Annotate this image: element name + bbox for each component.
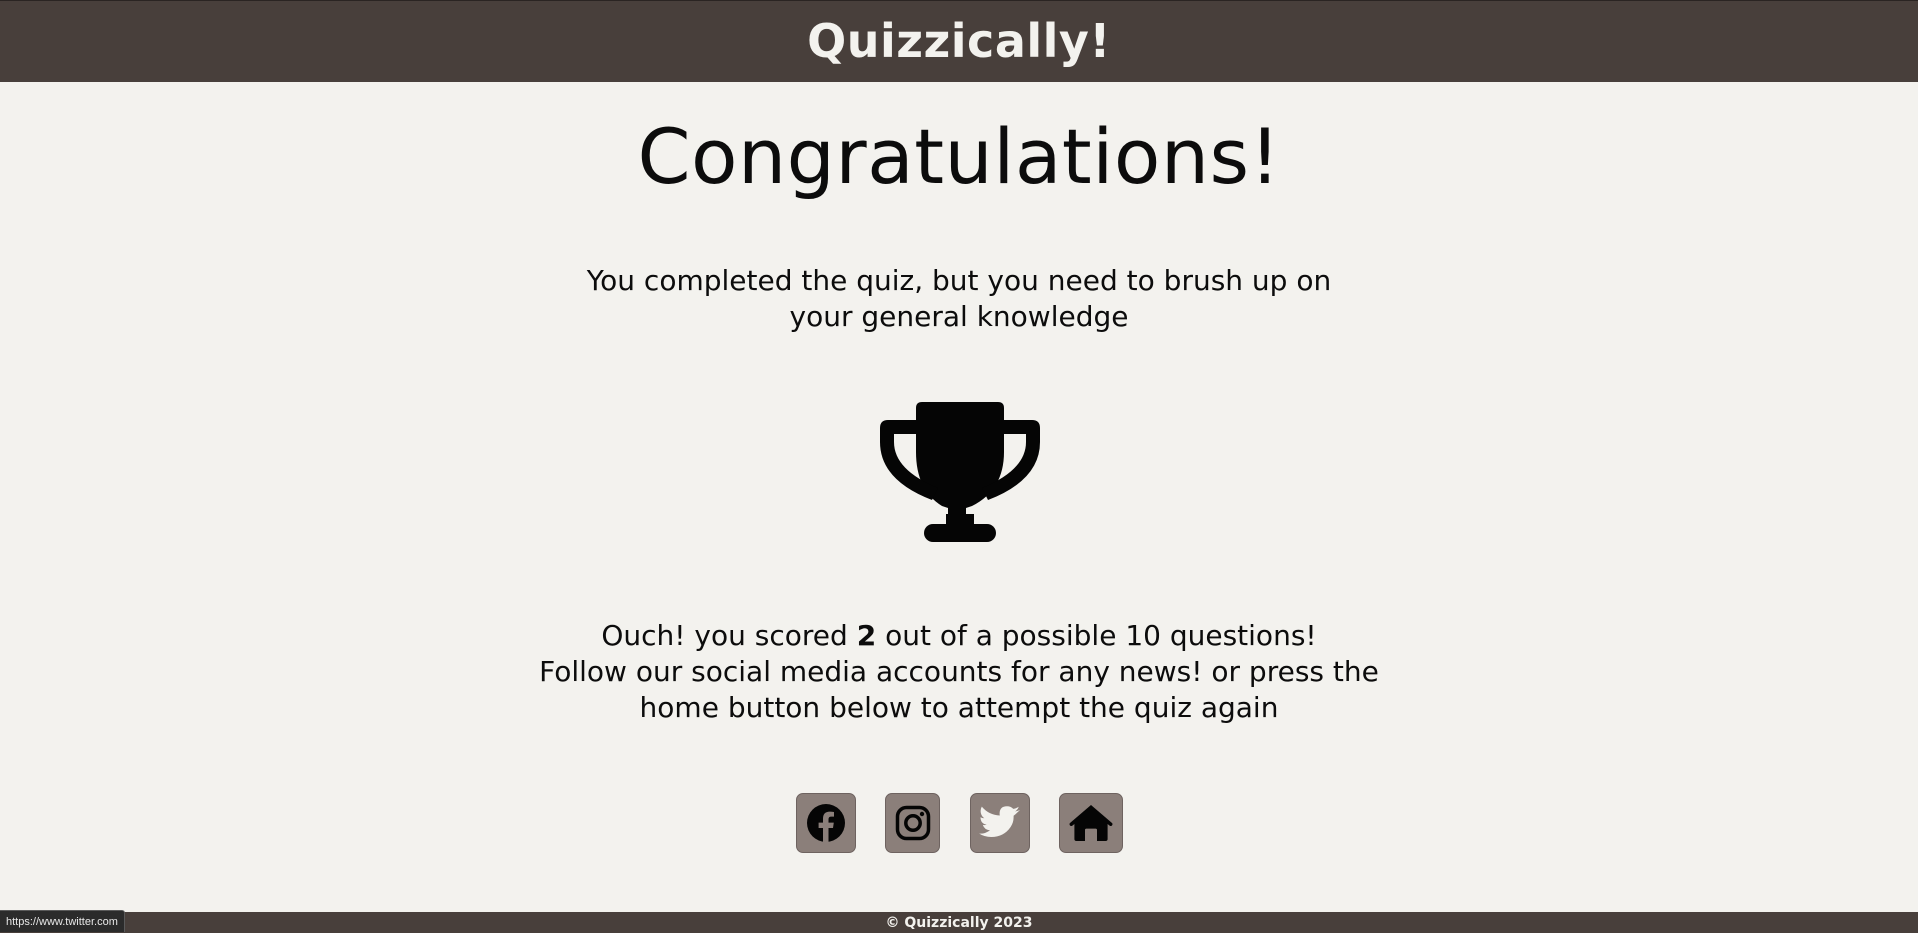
site-header: Quizzically! (0, 0, 1918, 82)
score-value: 2 (856, 619, 877, 652)
score-prefix: Ouch! you scored (601, 619, 857, 652)
score-suffix: out of a possible 10 questions! (876, 619, 1317, 652)
facebook-link[interactable] (796, 793, 856, 853)
twitter-link[interactable] (970, 793, 1030, 853)
social-links (0, 793, 1918, 853)
instagram-icon (895, 805, 930, 841)
home-icon (1069, 805, 1113, 841)
score-message: Ouch! you scored 2 out of a possible 10 … (539, 618, 1379, 726)
facebook-icon (807, 804, 845, 842)
site-title: Quizzically! (807, 13, 1111, 68)
browser-status-url: https://www.twitter.com (0, 910, 125, 932)
twitter-icon (979, 806, 1020, 837)
home-link[interactable] (1059, 793, 1123, 853)
trophy-icon (880, 402, 1040, 544)
completed-message: You completed the quiz, but you need to … (586, 264, 1332, 333)
site-footer: © Quizzically 2023 (0, 912, 1918, 933)
congratulations-heading: Congratulations! (637, 112, 1281, 201)
copyright-text: © Quizzically 2023 (885, 914, 1033, 931)
follow-message: Follow our social media accounts for any… (539, 655, 1379, 724)
instagram-link[interactable] (885, 793, 940, 853)
